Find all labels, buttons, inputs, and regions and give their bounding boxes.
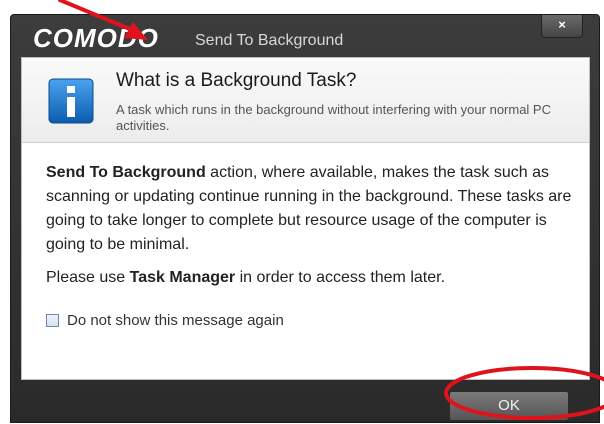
dont-show-again-option[interactable]: Do not show this message again [46, 310, 284, 330]
comodo-logo: COMODO [33, 23, 159, 53]
title-bar: COMODO Send To Background × [11, 15, 599, 59]
ok-button[interactable]: OK [449, 391, 569, 421]
description-paragraph: Send To Background action, where availab… [46, 161, 576, 257]
dont-show-again-label: Do not show this message again [67, 311, 284, 329]
content-panel: What is a Background Task? A task which … [21, 57, 590, 380]
close-button[interactable]: × [541, 15, 583, 38]
send-to-background-dialog: COMODO Send To Background × What is a Ba… [10, 14, 600, 423]
dont-show-again-checkbox[interactable] [46, 313, 59, 327]
para2-prefix: Please use [46, 269, 130, 286]
dialog-footer: OK [11, 379, 599, 424]
task-manager-paragraph: Please use Task Manager in order to acce… [46, 266, 576, 290]
window-title: Send To Background [195, 32, 344, 49]
task-manager-term: Task Manager [129, 269, 236, 286]
info-header: What is a Background Task? A task which … [22, 58, 589, 143]
header-title: What is a Background Task? [116, 70, 357, 91]
info-icon [48, 78, 94, 124]
para2-suffix: in order to access them later. [235, 269, 446, 286]
header-subtitle: A task which runs in the background with… [116, 102, 551, 133]
send-to-background-term: Send To Background [46, 164, 206, 181]
